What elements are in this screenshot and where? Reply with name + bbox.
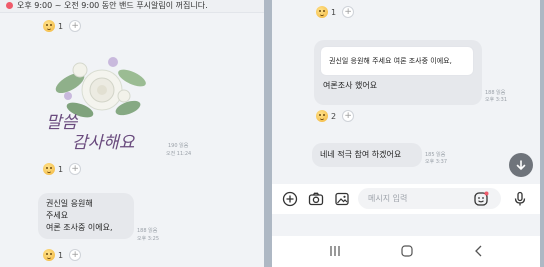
reaction-count: 2 [331,111,337,121]
reaction-row[interactable]: 1 + [43,20,82,32]
scroll-to-bottom-button[interactable] [509,153,533,177]
notification-off-icon [6,2,13,9]
reaction-count: 1 [58,250,64,260]
reaction-row[interactable]: 1 + [43,163,82,175]
message-bubble[interactable]: 네네 적극 참여 하겠어요 [312,143,422,167]
read-count: 185 읽음 [425,152,446,158]
read-count: 190 읽음 [168,143,189,149]
system-navigation-bar [272,236,540,267]
add-reaction-button[interactable]: + [69,20,82,32]
recent-apps-icon[interactable] [328,244,342,258]
smile-emoji-icon[interactable] [43,163,55,175]
sticker-image[interactable]: 말씀 감사해요 [40,48,166,158]
add-reaction-button[interactable]: + [342,6,355,18]
reaction-row[interactable]: 1 + [316,6,355,18]
message-time: 오전 11:24 [166,151,192,157]
message-text: 네네 적극 참여 하겠어요 [320,150,402,159]
reply-message-bubble[interactable]: 권신일 응원해 주세요 여론 조사중 이에요, 여론조사 했어요 [314,40,482,105]
message-line: 권신일 응원해 [46,199,93,208]
reply-text: 여론조사 했어요 [323,81,378,90]
reaction-count: 1 [58,164,64,174]
banner-text: 오후 9:00 ~ 오전 9:00 동안 밴드 푸시알림이 꺼집니다. [17,1,208,10]
reaction-row[interactable]: 2 + [316,110,355,122]
add-reaction-button[interactable]: + [342,110,355,122]
add-reaction-button[interactable]: + [69,249,82,261]
add-reaction-button[interactable]: + [69,163,82,175]
sticker-text-line2: 감사해요 [72,133,135,153]
message-input-bar: 메시지 입력 [272,184,540,214]
emoji-icon[interactable] [471,189,491,209]
message-line: 여론 조사중 이에요, [46,223,113,232]
message-time: 오후 3:37 [425,159,448,165]
message-time: 오후 3:25 [137,236,160,242]
arrow-down-icon [516,160,526,171]
reaction-row[interactable]: 1 + [43,249,82,261]
microphone-icon[interactable] [510,189,530,209]
back-icon[interactable] [472,244,486,258]
read-count: 188 읽음 [137,228,158,234]
plus-circle-icon[interactable] [280,189,300,209]
message-bubble[interactable]: 권신일 응원해 주세요 여론 조사중 이에요, [38,193,134,239]
reaction-count: 1 [58,21,64,31]
quoted-message[interactable]: 권신일 응원해 주세요 여론 조사중 이에요, [320,46,474,76]
smile-emoji-icon[interactable] [316,110,328,122]
camera-icon[interactable] [306,189,326,209]
smile-emoji-icon[interactable] [43,20,55,32]
reaction-count: 1 [331,7,337,17]
smile-emoji-icon[interactable] [316,6,328,18]
quiet-hours-banner: 오후 9:00 ~ 오전 9:00 동안 밴드 푸시알림이 꺼집니다. [0,0,264,13]
read-count: 188 읽음 [485,90,506,96]
chat-panel-right: 1 + 권신일 응원해 주세요 여론 조사중 이에요, 여론조사 했어요 188… [272,0,540,236]
chat-panel-left: 오후 9:00 ~ 오전 9:00 동안 밴드 푸시알림이 꺼집니다. 1 + … [0,0,264,267]
message-line: 주세요 [46,211,69,220]
smile-emoji-icon[interactable] [43,249,55,261]
image-icon[interactable] [332,189,352,209]
home-icon[interactable] [400,244,414,258]
message-time: 오후 3:31 [485,97,508,103]
